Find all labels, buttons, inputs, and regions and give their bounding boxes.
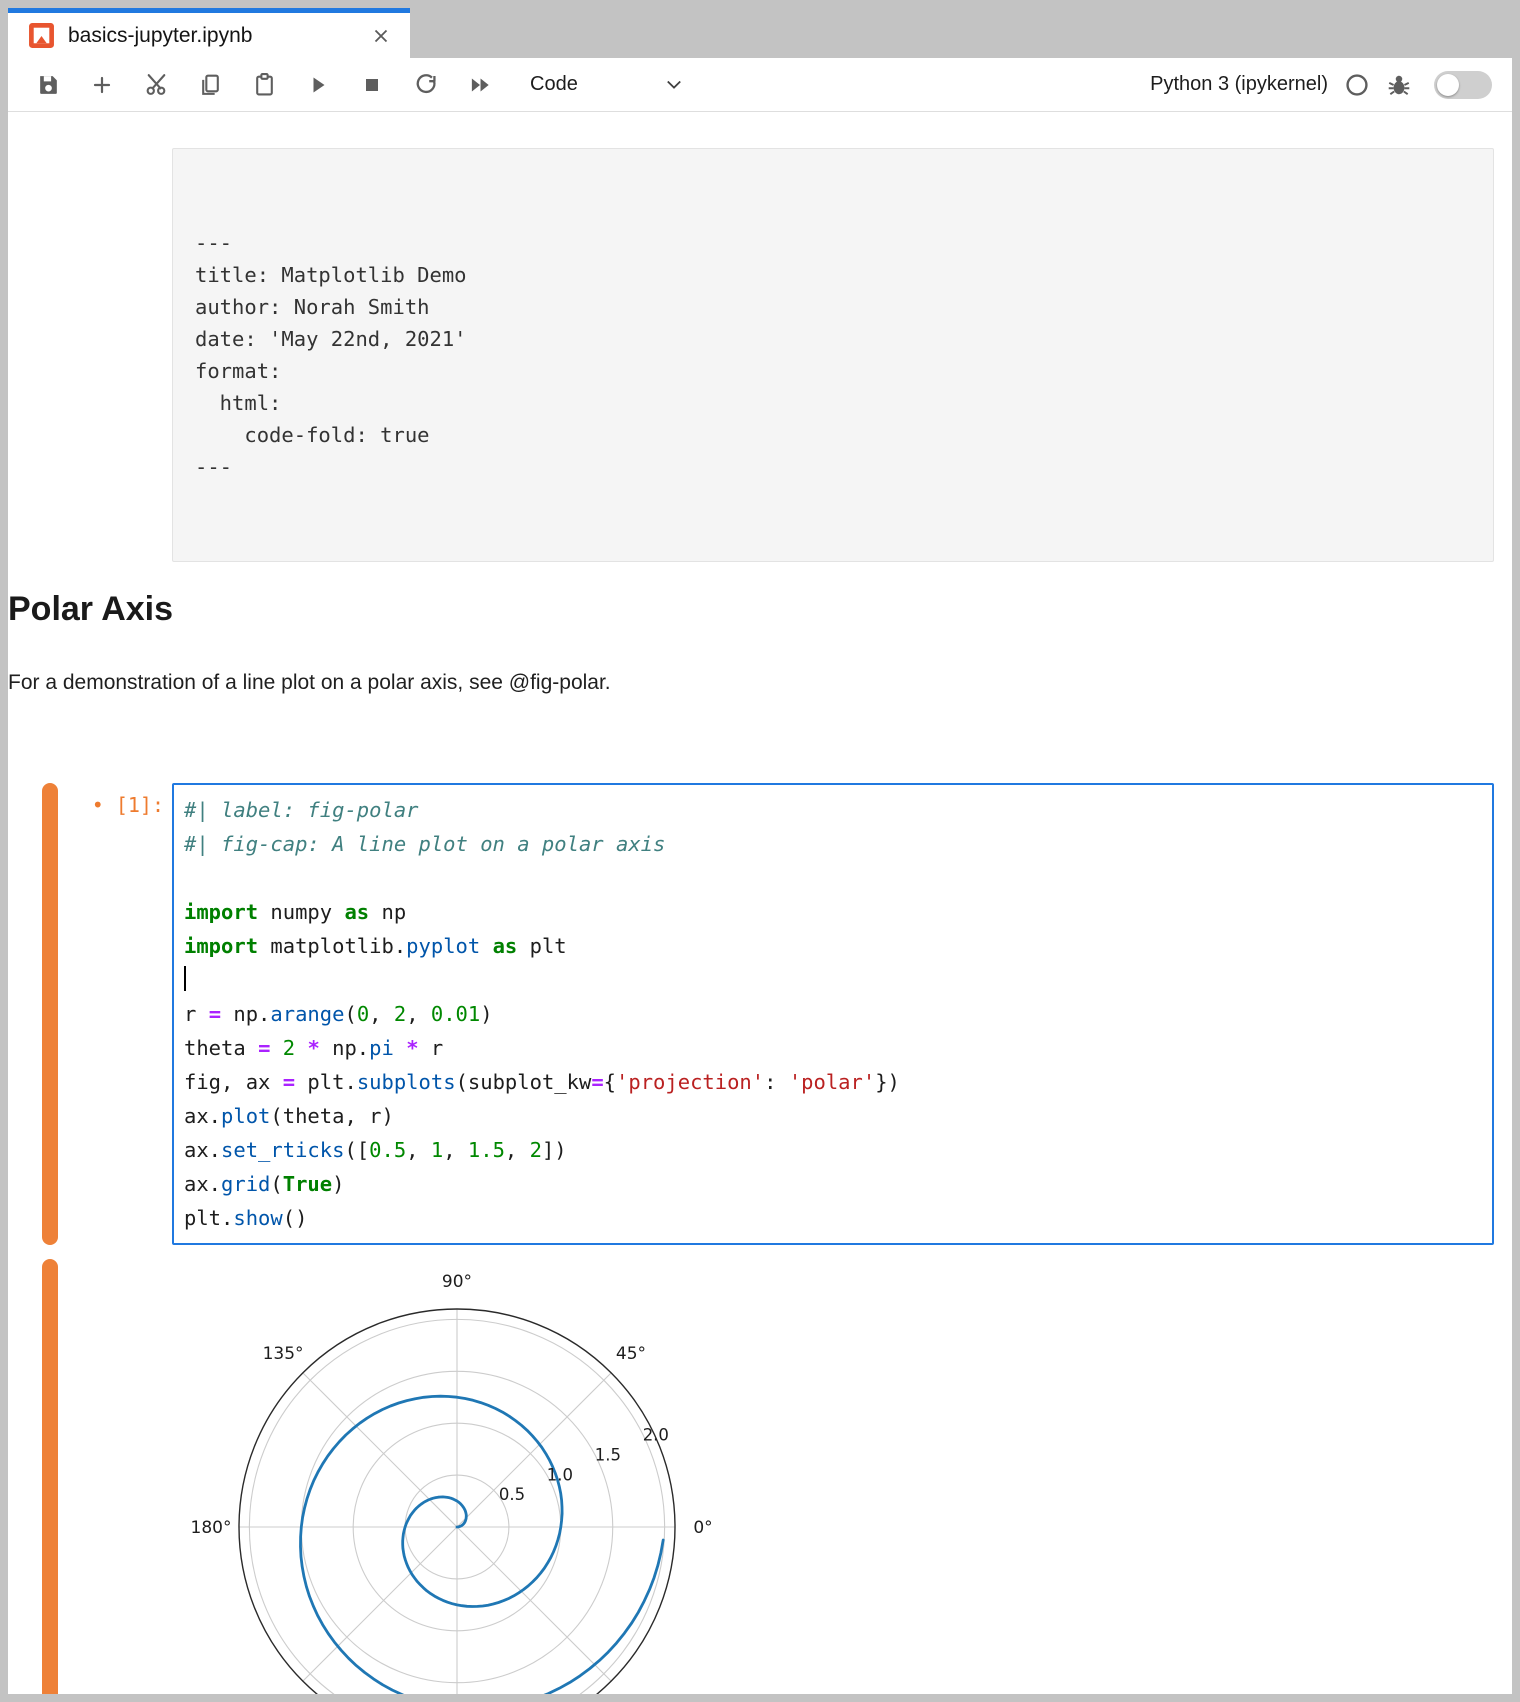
svg-text:180°: 180° xyxy=(191,1518,232,1538)
restart-kernel-button[interactable] xyxy=(406,65,446,105)
raw-cell-text: ---title: Matplotlib Demoauthor: Norah S… xyxy=(195,227,1471,483)
svg-text:0°: 0° xyxy=(693,1518,712,1538)
markdown-paragraph: For a demonstration of a line plot on a … xyxy=(8,671,1512,695)
code-cell-row: • [1]: #| label: fig-polar#| fig-cap: A … xyxy=(8,783,1512,1245)
notebook-content: ---title: Matplotlib Demoauthor: Norah S… xyxy=(8,112,1512,1694)
tab-bar: basics-jupyter.ipynb xyxy=(8,8,1512,58)
svg-text:90°: 90° xyxy=(442,1272,472,1292)
notebook-icon xyxy=(28,22,55,49)
jupyterlab-window: basics-jupyter.ipynb xyxy=(8,8,1512,1694)
run-button[interactable] xyxy=(298,65,338,105)
cell-type-dropdown[interactable]: Code xyxy=(530,73,682,96)
output-collapser[interactable] xyxy=(42,1259,58,1694)
svg-text:0.5: 0.5 xyxy=(499,1485,525,1504)
kernel-status-icon xyxy=(1344,72,1370,98)
run-all-button[interactable] xyxy=(460,65,500,105)
polar-chart: 0°45°90°135°180°225°270°315°0.51.01.52.0 xyxy=(172,1259,752,1694)
svg-text:135°: 135° xyxy=(263,1344,304,1364)
svg-text:315°: 315° xyxy=(610,1692,651,1694)
toggle-knob xyxy=(1437,74,1459,96)
scissors-icon xyxy=(144,72,169,97)
output-prompt xyxy=(58,1259,172,1269)
save-icon xyxy=(36,72,61,97)
notebook-toolbar: Code Python 3 (ipykernel) xyxy=(8,58,1512,112)
raw-cell[interactable]: ---title: Matplotlib Demoauthor: Norah S… xyxy=(172,148,1494,562)
play-icon xyxy=(306,73,330,97)
copy-icon xyxy=(198,72,223,97)
tab-basics-jupyter[interactable]: basics-jupyter.ipynb xyxy=(8,8,410,58)
svg-text:2.0: 2.0 xyxy=(643,1426,669,1445)
output-row: 0°45°90°135°180°225°270°315°0.51.01.52.0 xyxy=(8,1259,1512,1694)
fast-forward-icon xyxy=(467,72,493,98)
window-frame: basics-jupyter.ipynb xyxy=(0,0,1520,1702)
svg-text:1.0: 1.0 xyxy=(547,1465,573,1484)
save-button[interactable] xyxy=(28,65,68,105)
code-editor-lines: #| label: fig-polar#| fig-cap: A line pl… xyxy=(184,793,1482,1235)
cut-cells-button[interactable] xyxy=(136,65,176,105)
tab-title: basics-jupyter.ipynb xyxy=(68,24,252,48)
stop-button[interactable] xyxy=(352,65,392,105)
restart-icon xyxy=(414,72,439,97)
clipboard-icon xyxy=(252,72,277,97)
kernel-name[interactable]: Python 3 (ipykernel) xyxy=(1150,73,1328,96)
cell-collapser[interactable] xyxy=(42,783,58,1245)
svg-text:45°: 45° xyxy=(616,1344,646,1364)
code-editor[interactable]: #| label: fig-polar#| fig-cap: A line pl… xyxy=(172,783,1494,1245)
debugger-bug-icon[interactable] xyxy=(1386,72,1412,98)
plus-icon xyxy=(90,73,114,97)
toolbar-right: Python 3 (ipykernel) xyxy=(1150,71,1492,99)
paste-cells-button[interactable] xyxy=(244,65,284,105)
stop-icon xyxy=(360,73,384,97)
page-title: Polar Axis xyxy=(8,590,1512,629)
execution-count: • [1]: xyxy=(58,783,172,1245)
simple-mode-toggle[interactable] xyxy=(1434,71,1492,99)
close-icon[interactable] xyxy=(366,21,396,51)
chevron-down-icon xyxy=(666,79,682,91)
svg-text:225°: 225° xyxy=(263,1692,304,1694)
cell-output: 0°45°90°135°180°225°270°315°0.51.01.52.0 xyxy=(172,1259,1494,1694)
copy-cells-button[interactable] xyxy=(190,65,230,105)
svg-text:1.5: 1.5 xyxy=(595,1445,621,1464)
cell-type-label: Code xyxy=(530,73,578,96)
add-cell-button[interactable] xyxy=(82,65,122,105)
